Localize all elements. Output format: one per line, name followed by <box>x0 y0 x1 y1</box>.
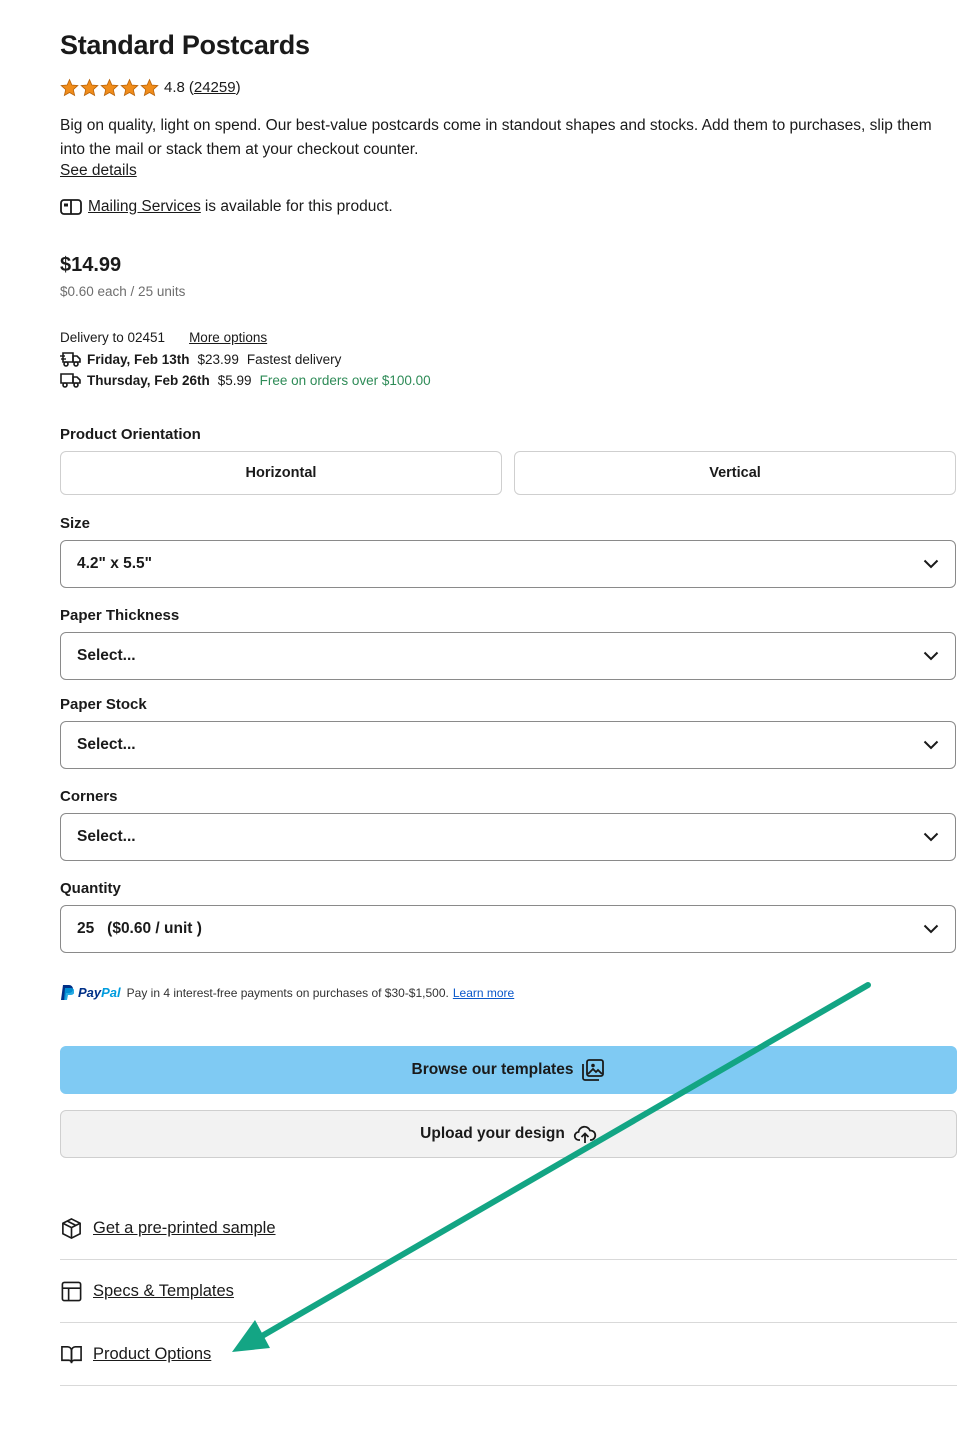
fast-truck-icon <box>60 352 81 367</box>
chevron-down-icon <box>923 832 939 842</box>
chevron-down-icon <box>923 651 939 661</box>
truck-icon <box>60 373 81 388</box>
price: $14.99 <box>60 254 122 276</box>
paypal-pay-in-4: PayPal Pay in 4 interest-free payments o… <box>60 984 514 1001</box>
orientation-horizontal-button[interactable]: Horizontal <box>60 451 502 495</box>
delivery-option-standard: Thursday, Feb 26th $5.99 Free on orders … <box>60 372 431 388</box>
open-book-icon <box>61 1345 82 1363</box>
delivery-fee: $23.99 <box>197 351 239 367</box>
star-icon <box>100 78 119 97</box>
delivery-date: Thursday, Feb 26th <box>87 372 210 388</box>
chevron-down-icon <box>923 924 939 934</box>
mailing-services-link[interactable]: Mailing Services <box>88 198 201 216</box>
rating-row: 4.8 (24259) <box>60 78 241 97</box>
paper-stock-label: Paper Stock <box>60 696 147 713</box>
star-icon <box>80 78 99 97</box>
product-options-row[interactable]: Product Options <box>60 1323 957 1386</box>
delivery-header: Delivery to 02451 More options <box>60 330 267 345</box>
star-icon <box>140 78 159 97</box>
pre-printed-sample-row[interactable]: Get a pre-printed sample <box>60 1197 957 1260</box>
product-options-link[interactable]: Product Options <box>93 1345 211 1364</box>
size-select[interactable]: 4.2" x 5.5" <box>60 540 956 588</box>
paypal-wordmark-pal: Pal <box>101 985 121 1000</box>
upload-design-label: Upload your design <box>420 1125 565 1142</box>
corners-select[interactable]: Select... <box>60 813 956 861</box>
mailing-services-text: is available for this product. <box>204 198 393 215</box>
rating-value: 4.8 <box>164 79 185 96</box>
paper-stock-selected-value: Select... <box>77 736 136 753</box>
reviews-count-link[interactable]: 24259 <box>194 79 236 96</box>
delivery-zip-label: Delivery to 02451 <box>60 330 166 345</box>
thickness-selected-value: Select... <box>77 647 136 664</box>
paypal-learn-more-link[interactable]: Learn more <box>453 986 514 1000</box>
package-icon <box>62 1217 81 1239</box>
delivery-note: Fastest delivery <box>246 351 342 367</box>
quantity-selected-value: 25 ($0.60 / unit ) <box>77 920 202 937</box>
pre-printed-sample-link[interactable]: Get a pre-printed sample <box>93 1219 276 1238</box>
corners-label: Corners <box>60 788 118 805</box>
product-description: Big on quality, light on spend. Our best… <box>60 117 932 158</box>
size-label: Size <box>60 515 91 532</box>
specs-templates-row[interactable]: Specs & Templates <box>60 1260 957 1323</box>
paypal-wordmark: PayPal <box>78 985 121 1000</box>
see-details-link[interactable]: See details <box>60 162 137 180</box>
star-rating <box>60 78 159 97</box>
product-title: Standard Postcards <box>60 30 310 60</box>
delivery-option-fastest: Friday, Feb 13th $23.99 Fastest delivery <box>60 351 341 367</box>
browse-templates-label: Browse our templates <box>411 1061 574 1078</box>
image-gallery-icon <box>582 1059 605 1081</box>
unit-price: $0.60 each / 25 units <box>60 284 186 299</box>
mailing-services-notice: Mailing Services is available for this p… <box>60 198 393 216</box>
upload-design-button[interactable]: Upload your design <box>60 1110 957 1158</box>
mailbox-icon <box>60 199 82 215</box>
delivery-fee: $5.99 <box>217 372 252 388</box>
quantity-label: Quantity <box>60 880 121 897</box>
delivery-date: Friday, Feb 13th <box>87 351 190 367</box>
orientation-vertical-button[interactable]: Vertical <box>514 451 956 495</box>
thickness-select[interactable]: Select... <box>60 632 956 680</box>
corners-selected-value: Select... <box>77 828 136 845</box>
paper-stock-select[interactable]: Select... <box>60 721 956 769</box>
more-options-link[interactable]: More options <box>189 330 267 345</box>
paypal-logo-icon <box>61 985 74 1000</box>
specs-templates-link[interactable]: Specs & Templates <box>93 1282 234 1301</box>
cloud-upload-icon <box>573 1125 597 1143</box>
delivery-note: Free on orders over $100.00 <box>259 372 431 388</box>
star-icon <box>120 78 139 97</box>
star-icon <box>60 78 79 97</box>
thickness-label: Paper Thickness <box>60 607 180 624</box>
quantity-select[interactable]: 25 ($0.60 / unit ) <box>60 905 956 953</box>
size-selected-value: 4.2" x 5.5" <box>77 555 153 572</box>
paypal-wordmark-pay: Pay <box>78 985 102 1000</box>
chevron-down-icon <box>923 740 939 750</box>
chevron-down-icon <box>923 559 939 569</box>
paypal-message: Pay in 4 interest-free payments on purch… <box>126 985 449 1000</box>
browse-templates-button[interactable]: Browse our templates <box>60 1046 957 1094</box>
orientation-label: Product Orientation <box>60 426 201 443</box>
reviews-close-paren: ) <box>235 79 241 96</box>
layout-template-icon <box>61 1281 82 1301</box>
